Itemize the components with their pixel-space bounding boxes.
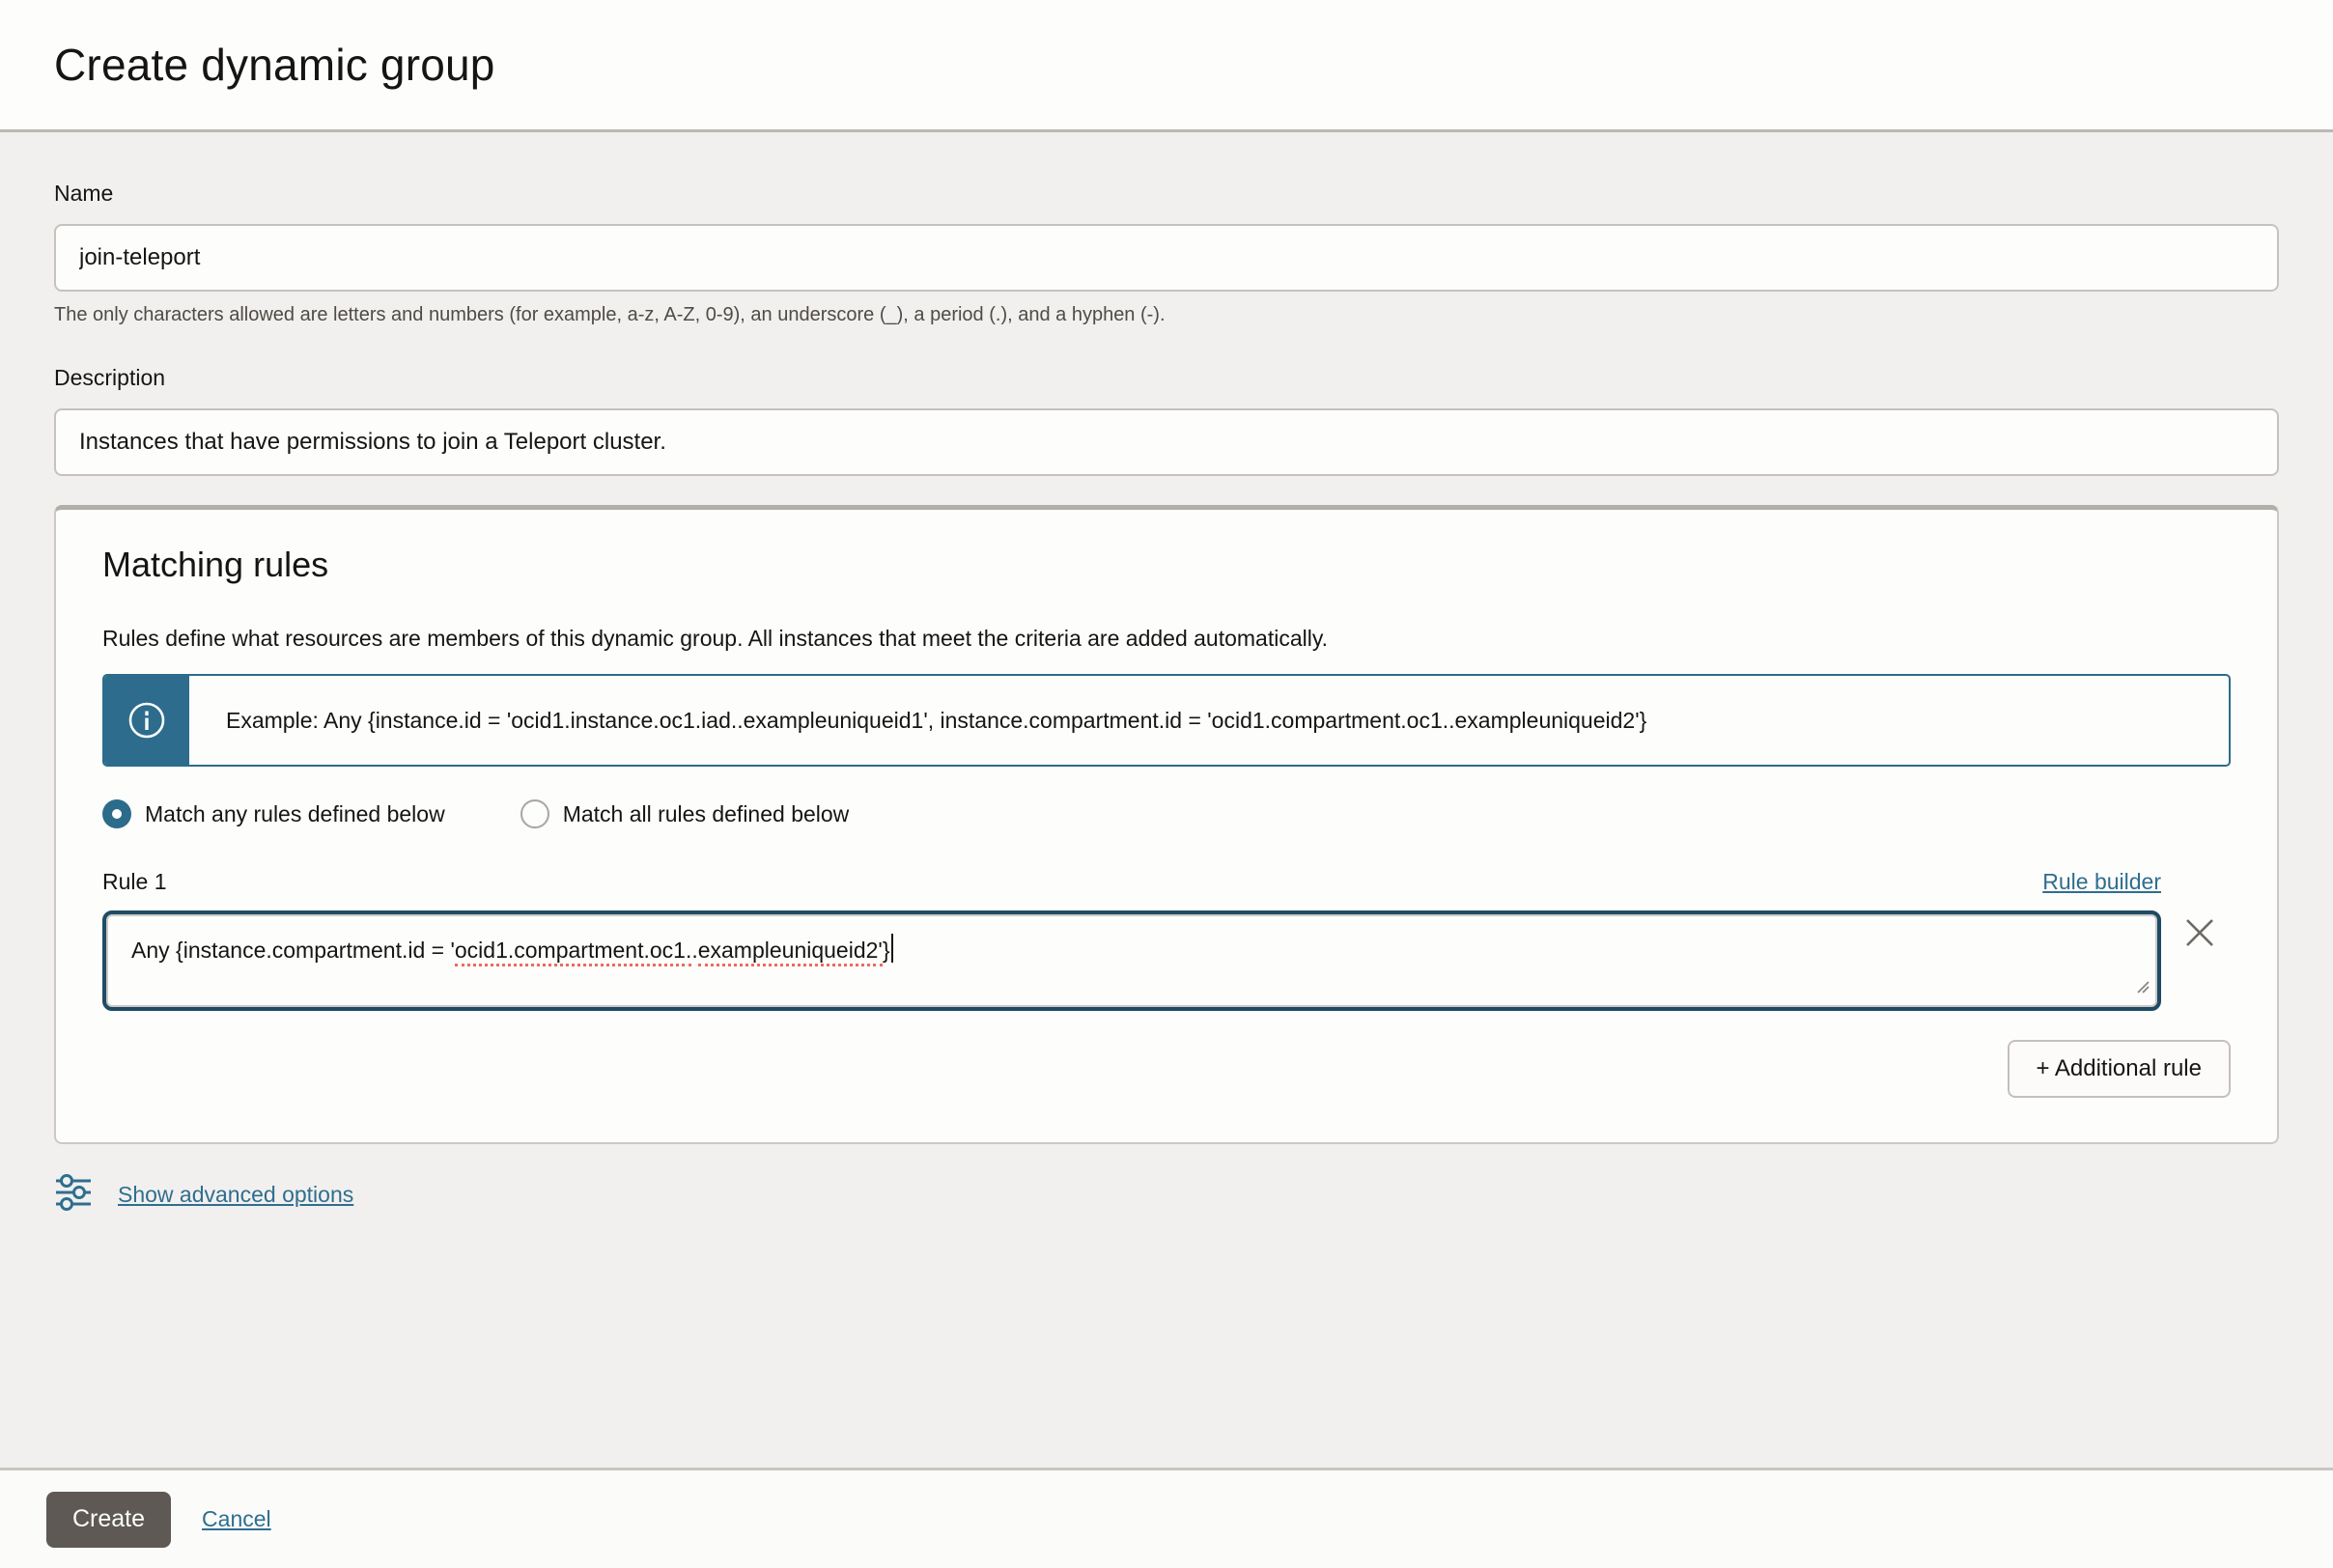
- radio-match-any[interactable]: Match any rules defined below: [102, 799, 445, 828]
- description-input[interactable]: [54, 408, 2279, 476]
- radio-match-all-label: Match all rules defined below: [563, 801, 850, 827]
- rule1-editor-wrap: Any {instance.compartment.id = 'ocid1.co…: [102, 910, 2161, 1011]
- match-mode-radios: Match any rules defined below Match all …: [102, 799, 2231, 828]
- page-header: Create dynamic group: [0, 0, 2333, 132]
- radio-match-all[interactable]: Match all rules defined below: [520, 799, 850, 828]
- radio-match-any-label: Match any rules defined below: [145, 801, 445, 827]
- example-text: Example: Any {instance.id = 'ocid1.insta…: [189, 676, 2229, 765]
- matching-rules-panel: Matching rules Rules define what resourc…: [54, 505, 2279, 1144]
- page-title: Create dynamic group: [54, 39, 495, 91]
- radio-unselected-icon[interactable]: [520, 799, 549, 828]
- cancel-link[interactable]: Cancel: [202, 1506, 271, 1532]
- name-label: Name: [54, 181, 2279, 207]
- text-caret: [891, 934, 893, 963]
- matching-rules-title: Matching rules: [102, 545, 2231, 585]
- close-icon: [2181, 914, 2218, 954]
- rule-text-suffix: }: [883, 938, 890, 963]
- show-advanced-options-link[interactable]: Show advanced options: [118, 1182, 353, 1208]
- remove-rule-button[interactable]: [2178, 912, 2221, 955]
- create-dynamic-group-form: Name The only characters allowed are let…: [0, 132, 2333, 1217]
- description-label: Description: [54, 365, 2279, 391]
- radio-selected-icon[interactable]: [102, 799, 131, 828]
- rule-builder-link[interactable]: Rule builder: [2042, 869, 2161, 895]
- rule-text-prefix: Any {instance.compartment.id = ': [131, 938, 455, 963]
- info-icon: [104, 676, 189, 765]
- example-info-banner: Example: Any {instance.id = 'ocid1.insta…: [102, 674, 2231, 767]
- additional-rule-row: + Additional rule: [102, 1040, 2231, 1098]
- page-footer: Create Cancel: [0, 1468, 2333, 1568]
- matching-rules-intro: Rules define what resources are members …: [102, 624, 2231, 653]
- name-helper-text: The only characters allowed are letters …: [54, 303, 2279, 326]
- rule-text-misspelled-2: exampleuniqueid2': [698, 938, 883, 966]
- sliders-icon: [54, 1173, 93, 1217]
- rule-text-mid: .: [691, 938, 697, 963]
- rule1-textarea-focus-ring: Any {instance.compartment.id = 'ocid1.co…: [102, 910, 2161, 1011]
- rule1-header-row: Rule 1 Rule builder: [102, 869, 2161, 895]
- resize-grip-icon[interactable]: [2134, 975, 2151, 1001]
- additional-rule-button[interactable]: + Additional rule: [2008, 1040, 2231, 1098]
- name-input[interactable]: [54, 224, 2279, 292]
- create-button[interactable]: Create: [46, 1492, 171, 1548]
- rule-text-misspelled-1: ocid1.compartment.oc1.: [455, 938, 691, 966]
- advanced-options-row: Show advanced options: [54, 1173, 2279, 1217]
- rule1-textarea[interactable]: Any {instance.compartment.id = 'ocid1.co…: [106, 914, 2157, 1007]
- rule1-label: Rule 1: [102, 869, 166, 895]
